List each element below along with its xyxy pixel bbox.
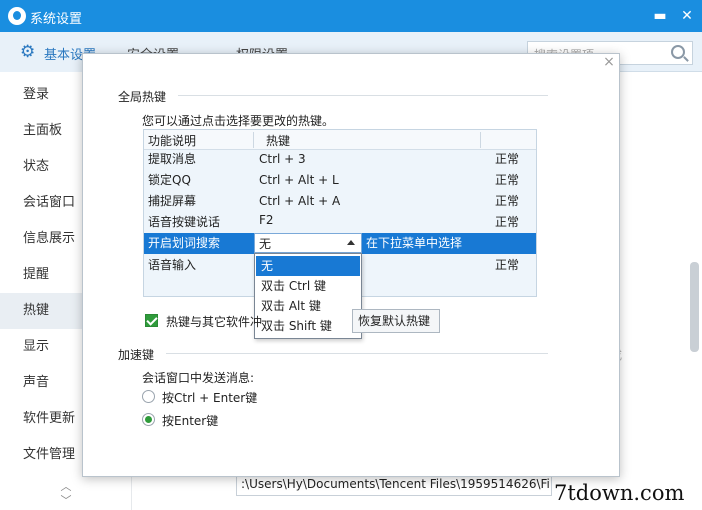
- accelerator-section-title: 加速键: [118, 348, 155, 362]
- title-bar: [0, 0, 702, 32]
- conflict-check-label: 热键与其它软件冲: [166, 315, 263, 329]
- row-function: 开启划词搜索: [148, 236, 221, 250]
- section-divider: [178, 95, 548, 96]
- dropdown-option-double-ctrl[interactable]: 双击 Ctrl 键: [256, 276, 360, 296]
- radio-ctrl-enter[interactable]: [142, 390, 155, 403]
- close-window-button[interactable]: ✕: [677, 6, 697, 26]
- row-function: 锁定QQ: [148, 173, 191, 187]
- row-status: 正常: [495, 258, 520, 272]
- row-hotkey[interactable]: Ctrl + Alt + L: [259, 170, 339, 191]
- hint-text: 您可以通过点击选择要更改的热键。: [142, 114, 335, 128]
- row-status: 正常: [495, 173, 520, 187]
- radio-enter[interactable]: [142, 413, 155, 426]
- dropdown-option-double-shift[interactable]: 双击 Shift 键: [256, 316, 360, 336]
- table-row[interactable]: [144, 170, 536, 191]
- radio-ctrl-enter-label: 按Ctrl + Enter键: [162, 391, 258, 405]
- send-message-label: 会话窗口中发送消息:: [142, 371, 255, 385]
- dialog-close-button[interactable]: ×: [601, 54, 617, 70]
- conflict-check-checkbox[interactable]: [145, 314, 158, 327]
- row-hotkey[interactable]: Ctrl + 3: [259, 149, 306, 170]
- watermark: 7tdown.com: [554, 481, 685, 505]
- radio-enter-label: 按Enter键: [162, 414, 219, 428]
- dropdown-option-none[interactable]: 无: [256, 256, 360, 276]
- column-separator: [253, 132, 254, 148]
- column-separator: [480, 132, 481, 148]
- row-status: 在下拉菜单中选择: [366, 236, 463, 250]
- row-hotkey[interactable]: Ctrl + Alt + A: [259, 191, 340, 212]
- row-hotkey[interactable]: F2: [259, 210, 274, 231]
- row-status: 正常: [495, 215, 520, 229]
- minimize-button[interactable]: ▬: [650, 6, 670, 26]
- restore-default-hotkeys-button[interactable]: 恢复默认热键: [352, 309, 440, 333]
- global-hotkey-section-title: 全局热键: [118, 90, 167, 104]
- gear-icon: ⚙: [20, 42, 36, 62]
- table-header: [144, 130, 536, 150]
- scroll-up-icon[interactable]: ︿: [58, 478, 74, 493]
- main-scrollbar[interactable]: [690, 262, 699, 352]
- row-function: 语音按键说话: [148, 215, 221, 229]
- column-header-hotkey: 热键: [266, 134, 291, 148]
- table-row[interactable]: [144, 149, 536, 170]
- row-function: 捕捉屏幕: [148, 194, 197, 208]
- window-title: 系统设置: [30, 12, 83, 27]
- scroll-down-icon[interactable]: ﹀: [58, 492, 74, 507]
- dropdown-option-double-alt[interactable]: 双击 Alt 键: [256, 296, 360, 316]
- combo-selected-value: 无: [259, 237, 272, 251]
- row-status: 正常: [495, 152, 520, 166]
- section-divider: [166, 353, 548, 354]
- row-function: 提取消息: [148, 152, 197, 166]
- row-function: 语音输入: [148, 258, 197, 272]
- column-header-function: 功能说明: [148, 134, 197, 148]
- row-status: 正常: [495, 194, 520, 208]
- qq-logo-icon: [8, 7, 26, 25]
- combo-arrow-icon[interactable]: [347, 240, 355, 245]
- search-icon[interactable]: [671, 45, 685, 59]
